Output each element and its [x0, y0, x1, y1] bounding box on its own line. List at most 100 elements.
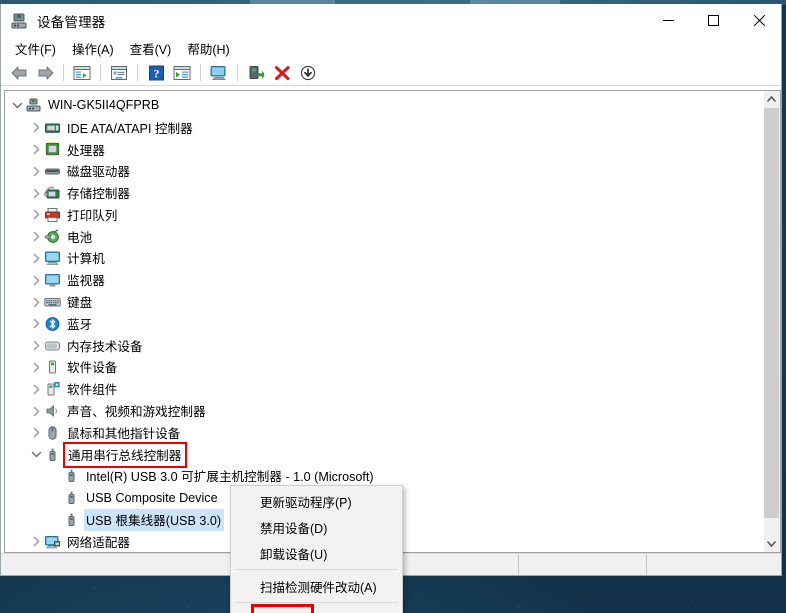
ide-controller-icon: [44, 120, 61, 136]
chevron-right-icon[interactable]: [28, 359, 44, 375]
context-properties[interactable]: 属性(R): [231, 604, 402, 613]
computer-icon: [44, 250, 61, 266]
help-icon[interactable]: ?: [144, 62, 168, 84]
tree-item-label: 网络适配器: [67, 535, 130, 550]
scroll-down-icon[interactable]: [764, 536, 779, 552]
menubar: 文件(F) 操作(A) 查看(V) 帮助(H): [1, 37, 781, 60]
show-hide-console-tree-icon[interactable]: [70, 62, 94, 84]
usb-device-icon: [63, 468, 80, 484]
chevron-right-icon[interactable]: [28, 250, 44, 266]
context-menu: 更新驱动程序(P) 禁用设备(D) 卸载设备(U) 扫描检测硬件改动(A) 属性(R): [230, 485, 403, 613]
device-tree-host: WIN-GK5II4QFPRB IDE ATA/ATAPI 控制器处理器磁盘驱动器…: [4, 90, 764, 553]
chevron-right-icon[interactable]: [28, 207, 44, 223]
tree-row[interactable]: 电池: [5, 226, 764, 248]
content-pane: WIN-GK5II4QFPRB IDE ATA/ATAPI 控制器处理器磁盘驱动器…: [1, 86, 781, 553]
uninstall-device-icon[interactable]: [270, 62, 294, 84]
tree-row[interactable]: 键盘: [5, 291, 764, 313]
disable-device-icon[interactable]: [296, 62, 320, 84]
menu-view[interactable]: 查看(V): [122, 36, 180, 62]
chevron-right-icon[interactable]: [28, 534, 44, 550]
context-update-driver[interactable]: 更新驱动程序(P): [231, 488, 402, 514]
menu-file[interactable]: 文件(F): [7, 36, 64, 62]
chevron-right-icon[interactable]: [28, 381, 44, 397]
chevron-down-icon[interactable]: [9, 98, 25, 114]
close-button[interactable]: [736, 4, 781, 37]
context-uninstall-device[interactable]: 卸载设备(U): [231, 540, 402, 566]
scroll-up-icon[interactable]: [764, 91, 779, 107]
tree-item-label: 通用串行总线控制器: [62, 441, 188, 468]
chevron-right-icon[interactable]: [28, 185, 44, 201]
tree-item-label: 处理器: [67, 143, 105, 158]
context-scan-hardware[interactable]: 扫描检测硬件改动(A): [231, 573, 402, 599]
network-adapter-icon: [44, 534, 61, 550]
maximize-button[interactable]: [691, 4, 736, 37]
chevron-placeholder: [47, 468, 63, 484]
close-icon: [753, 15, 765, 27]
window-title: 设备管理器: [37, 14, 106, 30]
usb-device-icon: [63, 512, 80, 528]
tree-item-label: 声音、视频和游戏控制器: [67, 405, 206, 420]
chevron-right-icon[interactable]: [28, 294, 44, 310]
tree-item-label: 鼠标和其他指针设备: [67, 426, 181, 441]
tree-item-label: 内存技术设备: [67, 339, 143, 354]
bluetooth-icon: [44, 316, 61, 332]
menu-action[interactable]: 操作(A): [64, 36, 122, 62]
properties-icon[interactable]: [107, 62, 131, 84]
mouse-icon: [44, 425, 61, 441]
tree-row[interactable]: 计算机: [5, 248, 764, 270]
tree-row[interactable]: 软件组件: [5, 378, 764, 400]
scrollbar-thumb[interactable]: [764, 108, 779, 518]
tree-item-label: 电池: [67, 230, 93, 245]
device-tree[interactable]: WIN-GK5II4QFPRB IDE ATA/ATAPI 控制器处理器磁盘驱动器…: [5, 91, 764, 552]
menu-help[interactable]: 帮助(H): [179, 36, 237, 62]
svg-text:?: ?: [153, 66, 159, 80]
tree-row[interactable]: 鼠标和其他指针设备: [5, 422, 764, 444]
tree-row[interactable]: 磁盘驱动器: [5, 160, 764, 182]
tree-row[interactable]: 打印队列: [5, 204, 764, 226]
vertical-scrollbar[interactable]: [764, 90, 781, 553]
chevron-right-icon[interactable]: [28, 163, 44, 179]
tree-row[interactable]: IDE ATA/ATAPI 控制器: [5, 117, 764, 139]
tree-row[interactable]: 蓝牙: [5, 313, 764, 335]
scan-hardware-icon[interactable]: [170, 62, 194, 84]
context-disable-device[interactable]: 禁用设备(D): [231, 514, 402, 540]
chevron-placeholder: [47, 490, 63, 506]
toolbar-separator: [63, 64, 64, 81]
chevron-right-icon[interactable]: [28, 425, 44, 441]
chevron-right-icon[interactable]: [28, 316, 44, 332]
forward-arrow-icon[interactable]: [33, 62, 57, 84]
chevron-right-icon[interactable]: [28, 229, 44, 245]
enable-device-icon[interactable]: [244, 62, 268, 84]
tree-row[interactable]: 软件设备: [5, 357, 764, 379]
chevron-right-icon[interactable]: [28, 120, 44, 136]
tree-item-label: USB Composite Device: [86, 490, 218, 505]
minimize-button[interactable]: [646, 4, 691, 37]
tree-root-row[interactable]: WIN-GK5II4QFPRB: [5, 95, 764, 117]
context-menu-item-label: 更新驱动程序(P): [260, 495, 352, 510]
usb-controller-icon: [44, 447, 61, 463]
tree-row[interactable]: 内存技术设备: [5, 335, 764, 357]
tree-row[interactable]: 处理器: [5, 139, 764, 161]
battery-icon: [44, 229, 61, 245]
update-driver-icon[interactable]: [207, 62, 231, 84]
tree-row[interactable]: 监视器: [5, 269, 764, 291]
status-cell-4: [647, 554, 781, 575]
tree-item-label: 存储控制器: [67, 187, 130, 202]
tree-row[interactable]: 声音、视频和游戏控制器: [5, 400, 764, 422]
tree-row[interactable]: 通用串行总线控制器: [5, 441, 764, 468]
tree-row[interactable]: 存储控制器: [5, 182, 764, 204]
print-queue-icon: [44, 207, 61, 223]
chevron-right-icon[interactable]: [28, 338, 44, 354]
back-arrow-icon[interactable]: [7, 62, 31, 84]
chevron-down-icon[interactable]: [28, 447, 44, 463]
chevron-right-icon[interactable]: [28, 403, 44, 419]
tree-item-label: 软件组件: [67, 383, 118, 398]
tree-item-label: 打印队列: [67, 208, 118, 223]
device-manager-icon: [10, 12, 28, 30]
tree-item-label: 计算机: [67, 252, 105, 267]
tree-item-label: WIN-GK5II4QFPRB: [48, 98, 160, 113]
chevron-right-icon[interactable]: [28, 272, 44, 288]
disk-drive-icon: [44, 163, 61, 179]
chevron-right-icon[interactable]: [28, 141, 44, 157]
context-menu-item-label: 属性(R): [250, 604, 315, 613]
